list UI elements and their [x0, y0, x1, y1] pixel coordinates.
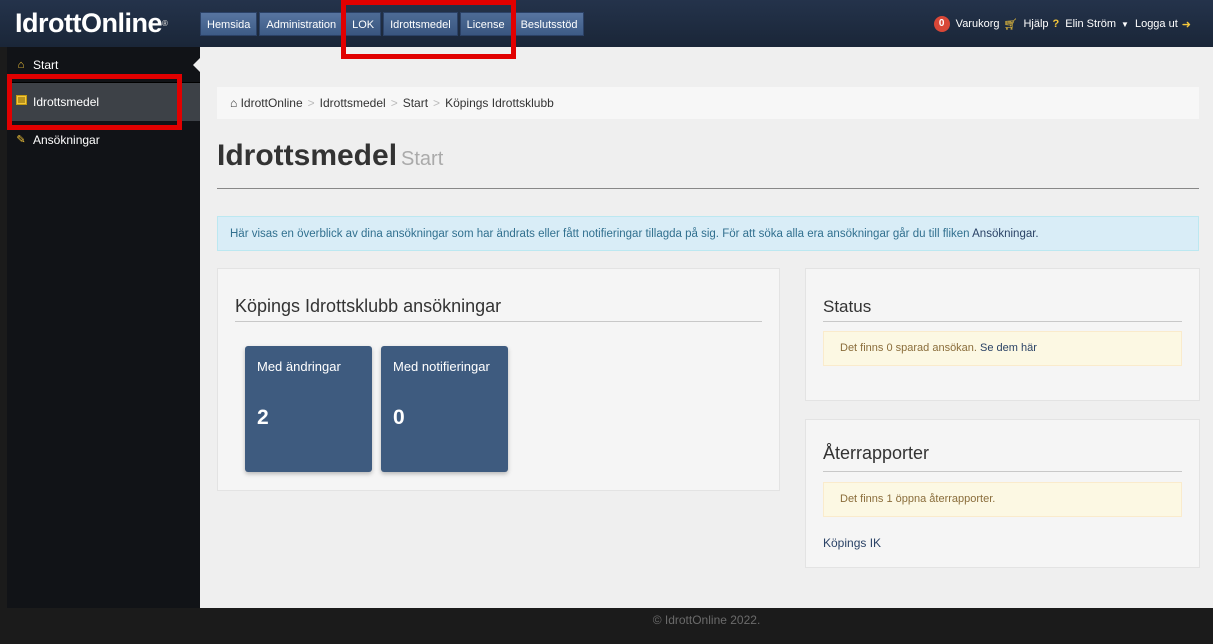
breadcrumb-item[interactable]: Idrottsmedel — [320, 96, 386, 110]
sidebar-item-idrottsmedel[interactable]: Idrottsmedel — [7, 83, 200, 121]
see-them-link[interactable]: Se dem här — [980, 342, 1037, 354]
help-label: Hjälp — [1023, 18, 1049, 30]
help-link[interactable]: Hjälp ? — [1023, 18, 1059, 30]
active-indicator-arrow — [193, 58, 200, 72]
panel-divider — [823, 471, 1182, 472]
nav-hemsida[interactable]: Hemsida — [200, 12, 258, 36]
nav-beslutsstod[interactable]: Beslutsstöd — [513, 12, 585, 36]
home-icon: ⌂ — [17, 58, 25, 71]
reports-panel: Återrapporter Det finns 1 öppna återrapp… — [805, 419, 1200, 568]
breadcrumb-current: Köpings Idrottsklubb — [445, 96, 554, 110]
cart-label: Varukorg — [955, 18, 1000, 30]
logout-icon: ➜ — [1181, 18, 1191, 31]
tile-count: 2 — [257, 406, 269, 429]
info-text: Här visas en överblick av dina ansökning… — [230, 228, 970, 240]
logout-label: Logga ut — [1134, 18, 1178, 30]
reports-alert: Det finns 1 öppna återrapporter. — [823, 482, 1182, 517]
applications-panel-title: Köpings Idrottsklubb ansökningar — [235, 296, 502, 316]
pencil-icon: ✎ — [16, 134, 26, 146]
panel-divider — [823, 321, 1182, 322]
footer: © IdrottOnline 2022. — [200, 608, 1213, 644]
breadcrumb: ⌂ IdrottOnline > Idrottsmedel > Start > Köping… — [217, 87, 1199, 119]
info-link-ansokningar[interactable]: Ansökningar. — [972, 228, 1039, 240]
info-alert: Här visas en överblick av dina ansökning… — [217, 216, 1199, 251]
nav-lok[interactable]: LOK — [345, 12, 382, 36]
sidebar-item-label: Start — [33, 57, 59, 72]
status-panel: Status Det finns 0 sparad ansökan. Se de… — [805, 268, 1200, 401]
breadcrumb-separator: > — [307, 96, 315, 110]
home-icon: ⌂ — [230, 96, 238, 110]
page-title: Idrottsmedel Start — [217, 139, 443, 173]
chevron-down-icon: ▼ — [1121, 19, 1129, 29]
cart-icon: 🛒︎ — [1003, 18, 1018, 31]
panel-divider — [235, 321, 762, 322]
tile-med-andringar[interactable]: Med ändringar 2 — [245, 346, 372, 472]
page-subtitle: Start — [401, 148, 444, 170]
page-title-text: Idrottsmedel — [217, 139, 398, 172]
reports-panel-title: Återrapporter — [823, 443, 930, 463]
nav-administration[interactable]: Administration — [259, 12, 344, 36]
breadcrumb-separator: > — [390, 96, 398, 110]
breadcrumb-separator: > — [433, 96, 441, 110]
breadcrumb-item[interactable]: IdrottOnline — [241, 96, 303, 110]
tile-count: 0 — [393, 406, 405, 429]
main-content: ⌂ IdrottOnline > Idrottsmedel > Start > Köping… — [200, 47, 1213, 608]
user-name: Elin Ström — [1065, 18, 1117, 30]
sidebar: ⌂ Start Idrottsmedel ✎ Ansökningar — [7, 47, 200, 608]
top-navbar: IdrottOnline® Hemsida Administration LOK… — [0, 0, 1213, 47]
user-menu-bar: 0 Varukorg 🛒︎ Hjälp ? Elin Ström ▼ Logga… — [933, 16, 1197, 32]
tile-med-notifieringar[interactable]: Med notifieringar 0 — [381, 346, 508, 472]
logo[interactable]: IdrottOnline® — [15, 10, 168, 37]
applications-panel: Köpings Idrottsklubb ansökningar Med änd… — [217, 268, 780, 491]
club-report-link[interactable]: Köpings IK — [823, 536, 881, 550]
title-divider — [217, 188, 1199, 189]
question-icon: ? — [1052, 18, 1060, 30]
status-message: Det finns 0 sparad ansökan. — [840, 342, 977, 354]
logout-link[interactable]: Logga ut ➜ — [1135, 18, 1191, 31]
status-panel-title: Status — [823, 297, 872, 316]
tile-label: Med ändringar — [257, 359, 341, 374]
main-nav: Hemsida Administration LOK Idrottsmedel … — [200, 12, 586, 36]
list-icon — [15, 83, 27, 121]
nav-idrottsmedel[interactable]: Idrottsmedel — [383, 12, 458, 36]
sidebar-item-label: Ansökningar — [33, 133, 100, 147]
cart-link[interactable]: Varukorg 🛒︎ — [956, 18, 1018, 31]
sidebar-item-start[interactable]: ⌂ Start — [7, 47, 200, 83]
user-dropdown[interactable]: Elin Ström ▼ — [1065, 18, 1129, 30]
sidebar-item-ansokningar[interactable]: ✎ Ansökningar — [7, 121, 200, 159]
nav-license[interactable]: License — [459, 12, 512, 36]
status-alert: Det finns 0 sparad ansökan. Se dem här — [823, 331, 1182, 366]
reports-message: Det finns 1 öppna återrapporter. — [840, 493, 996, 505]
cart-count-badge: 0 — [933, 16, 950, 32]
sidebar-item-label: Idrottsmedel — [33, 95, 100, 109]
tile-label: Med notifieringar — [393, 359, 490, 374]
breadcrumb-item[interactable]: Start — [403, 96, 428, 110]
